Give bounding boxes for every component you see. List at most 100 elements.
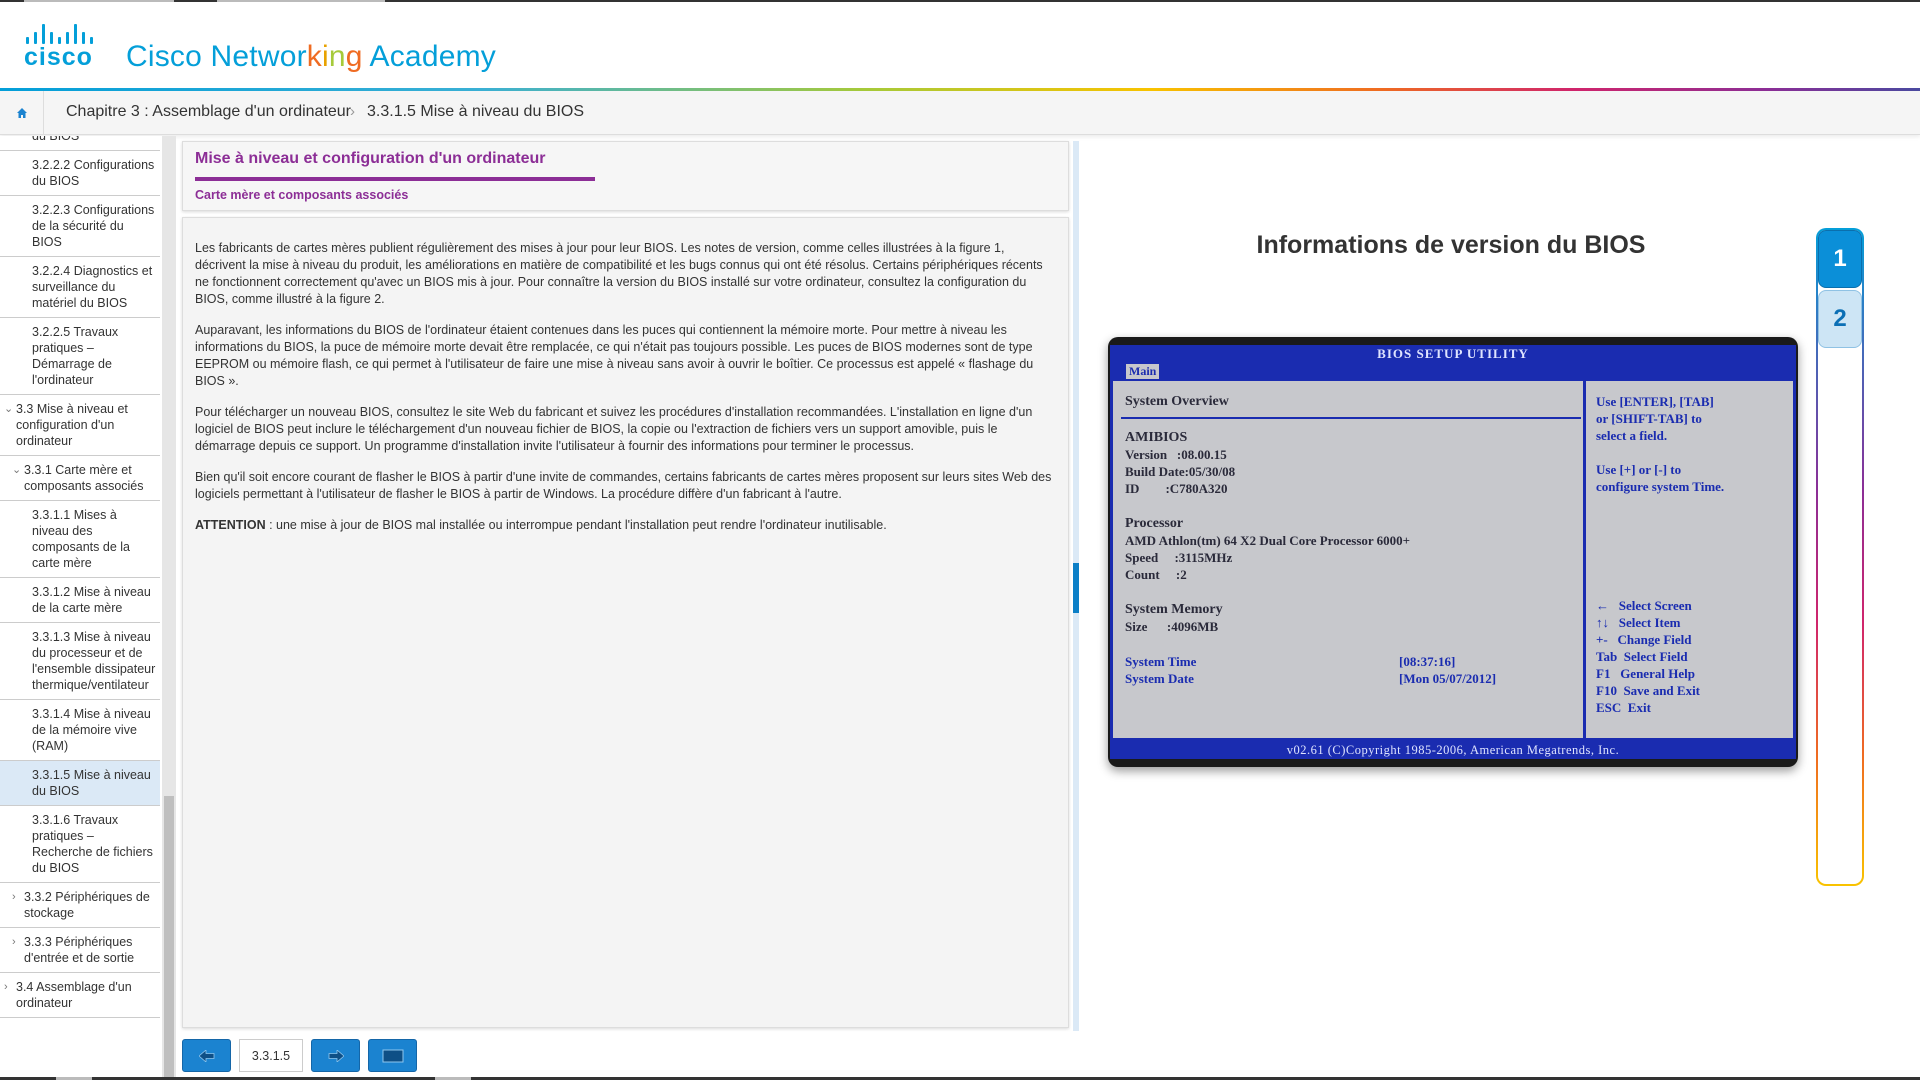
sidebar-scrollbar-thumb[interactable] bbox=[164, 796, 174, 1080]
breadcrumb-chapter[interactable]: Chapitre 3 : Assemblage d'un ordinateur bbox=[66, 103, 351, 121]
bios-memory-label: System Memory bbox=[1125, 602, 1223, 617]
bios-amibios-label: AMIBIOS bbox=[1125, 430, 1188, 445]
pane-splitter[interactable] bbox=[1073, 141, 1079, 1031]
paragraph-2: Auparavant, les informations du BIOS de … bbox=[195, 323, 1034, 388]
arrow-right-icon bbox=[328, 1049, 344, 1062]
sidebar-item[interactable]: 3.3.1.2 Mise à niveau de la carte mère bbox=[0, 578, 160, 623]
chevron-down-icon[interactable]: ⌄ bbox=[4, 401, 13, 417]
bios-date-value: [Mon 05/07/2012] bbox=[1399, 671, 1497, 686]
cisco-logo-word: cisco bbox=[24, 43, 93, 71]
previous-page-button[interactable] bbox=[182, 1039, 231, 1072]
sidebar-item-label: 3.2.2.3 Configurations de la sécurité du… bbox=[32, 203, 155, 249]
sidebar-item-label: 3.3.1.5 Mise à niveau du BIOS bbox=[32, 768, 151, 798]
bios-cpu-line: AMD Athlon(tm) 64 X2 Dual Core Processor… bbox=[1125, 533, 1411, 548]
bios-id-line: ID :C780A320 bbox=[1125, 481, 1228, 496]
bios-speed-line: Speed :3115MHz bbox=[1125, 550, 1233, 565]
cisco-logo[interactable]: cisco bbox=[24, 22, 106, 71]
paragraph-3: Pour télécharger un nouveau BIOS, consul… bbox=[195, 405, 1033, 453]
attention-text: : une mise à jour de BIOS mal installée … bbox=[265, 518, 887, 532]
bios-size-line: Size :4096MB bbox=[1125, 619, 1219, 634]
home-icon bbox=[16, 107, 27, 118]
figure-title: Informations de version du BIOS bbox=[1256, 231, 1646, 259]
attention-paragraph: ATTENTION : une mise à jour de BIOS mal … bbox=[195, 517, 1056, 534]
sidebar-item-label: du BIOS bbox=[32, 136, 80, 143]
bios-time-value: [08:37:16] bbox=[1399, 654, 1456, 669]
figure-tab-1[interactable]: 1 bbox=[1818, 230, 1862, 288]
bios-time-label: System Time bbox=[1125, 654, 1197, 669]
paragraph-1: Les fabricants de cartes mères publient … bbox=[195, 241, 1043, 306]
sidebar-item-label: 3.3.1.1 Mises à niveau des composants de… bbox=[32, 508, 130, 570]
sidebar-item[interactable]: ⌄ 3.3.1 Carte mère et composants associés bbox=[0, 456, 160, 501]
chevron-right-icon[interactable]: › bbox=[12, 934, 16, 950]
sidebar-item-label: 3.2.2.5 Travaux pratiques – Démarrage de… bbox=[32, 325, 119, 387]
sidebar: du BIOS 3.2.2.2 Configurations du BIOS 3.2… bbox=[0, 136, 176, 1080]
breadcrumb: Chapitre 3 : Assemblage d'un ordinateur … bbox=[0, 91, 1920, 135]
sidebar-item-label: 3.3.1.6 Travaux pratiques – Recherche de… bbox=[32, 813, 153, 875]
attention-label: ATTENTION bbox=[195, 518, 266, 532]
sidebar-item[interactable]: 3.3.1.3 Mise à niveau du processeur et d… bbox=[0, 623, 160, 700]
header: cisco Cisco Networking Academy bbox=[0, 2, 1920, 89]
sidebar-item[interactable]: › 3.3.2 Périphériques de stockage bbox=[0, 883, 160, 928]
sidebar-item-label: 3.3.1.3 Mise à niveau du processeur et d… bbox=[32, 630, 156, 692]
figure-panel: Informations de version du BIOS BIOS SET… bbox=[1086, 141, 1920, 1041]
bios-header: BIOS SETUP UTILITY bbox=[1110, 345, 1796, 363]
bios-version-line: Version :08.00.15 bbox=[1125, 447, 1227, 462]
paragraph-4: Bien qu'il soit encore courant de flashe… bbox=[195, 470, 1052, 501]
sidebar-item[interactable]: 3.2.2.4 Diagnostics et surveillance du m… bbox=[0, 257, 160, 318]
page-number: 3.3.1.5 bbox=[239, 1039, 303, 1072]
sidebar-item-label: 3.4 Assemblage d'un ordinateur bbox=[16, 980, 132, 1010]
sidebar-item[interactable]: 3.2.2.2 Configurations du BIOS bbox=[0, 151, 160, 196]
sidebar-item-label: 3.3.1.2 Mise à niveau de la carte mère bbox=[32, 585, 151, 615]
fullscreen-icon bbox=[382, 1049, 403, 1062]
bios-tab-bar: Main bbox=[1110, 363, 1796, 381]
fullscreen-button[interactable] bbox=[368, 1039, 417, 1072]
sidebar-item[interactable]: › 3.3.3 Périphériques d'entrée et de sort… bbox=[0, 928, 160, 973]
bios-section-title: System Overview bbox=[1125, 394, 1229, 409]
chevron-down-icon[interactable]: ⌄ bbox=[12, 462, 21, 478]
sidebar-item-label: 3.3.2 Périphériques de stockage bbox=[24, 890, 150, 920]
sidebar-item[interactable]: ⌄ 3.3 Mise à niveau et configuration d'un… bbox=[0, 395, 160, 456]
bios-count-line: Count :2 bbox=[1125, 567, 1187, 582]
bios-date-label: System Date bbox=[1125, 671, 1194, 686]
sidebar-item[interactable]: 3.3.1.4 Mise à niveau de la mémoire vive… bbox=[0, 700, 160, 761]
bios-tab-main: Main bbox=[1126, 364, 1160, 379]
sidebar-item-label: 3.2.2.2 Configurations du BIOS bbox=[32, 158, 155, 188]
breadcrumb-separator-icon: › bbox=[350, 103, 355, 120]
bios-screenshot: BIOS SETUP UTILITY Main System Overview … bbox=[1108, 337, 1798, 767]
main-panel: Mise à niveau et configuration d'un ordi… bbox=[182, 141, 1069, 1031]
sidebar-item-label: 3.2.2.4 Diagnostics et surveillance du m… bbox=[32, 264, 153, 310]
sidebar-item[interactable]: 3.3.1.5 Mise à niveau du BIOS bbox=[0, 761, 160, 806]
bios-build-line: Build Date:05/30/08 bbox=[1125, 464, 1236, 479]
sidebar-scrollbar[interactable] bbox=[162, 136, 176, 1080]
title-underline bbox=[195, 177, 595, 181]
bios-key-legend: ← Select Screen ↑↓ Select Item +- Change… bbox=[1596, 598, 1701, 715]
cisco-logo-bars-icon bbox=[26, 22, 106, 44]
sidebar-item-label: 3.3 Mise à niveau et configuration d'un … bbox=[16, 402, 128, 448]
arrow-left-icon bbox=[198, 1049, 214, 1062]
sidebar-item-label: 3.3.3 Périphériques d'entrée et de sorti… bbox=[24, 935, 135, 965]
sidebar-item[interactable]: 3.2.2.3 Configurations de la sécurité du… bbox=[0, 196, 160, 257]
page-subtitle: Carte mère et composants associés bbox=[195, 188, 409, 202]
sidebar-nav-list: du BIOS 3.2.2.2 Configurations du BIOS 3.2… bbox=[0, 136, 160, 1018]
sidebar-item[interactable]: 3.3.1.1 Mises à niveau des composants de… bbox=[0, 501, 160, 578]
sidebar-item-label: 3.3.1.4 Mise à niveau de la mémoire vive… bbox=[32, 707, 151, 753]
next-page-button[interactable] bbox=[311, 1039, 360, 1072]
breadcrumb-page: 3.3.1.5 Mise à niveau du BIOS bbox=[367, 103, 585, 120]
chevron-right-icon[interactable]: › bbox=[4, 979, 8, 995]
chevron-right-icon[interactable]: › bbox=[12, 889, 16, 905]
bios-help-configure: Use [+] or [-] to configure system Time. bbox=[1596, 462, 1725, 494]
content-box: Les fabricants de cartes mères publient … bbox=[182, 217, 1069, 1028]
home-button[interactable] bbox=[0, 91, 44, 134]
sidebar-item[interactable]: du BIOS bbox=[0, 136, 160, 151]
splitter-grip[interactable] bbox=[1073, 563, 1079, 613]
brand-title: Cisco Networking Academy bbox=[126, 40, 496, 73]
bios-main-area: System Overview AMIBIOS Version :08.00.1… bbox=[1110, 381, 1796, 741]
figure-tab-2[interactable]: 2 bbox=[1818, 290, 1862, 348]
bios-footer: v02.61 (C)Copyright 1985-2006, American … bbox=[1110, 741, 1796, 759]
sidebar-item[interactable]: 3.2.2.5 Travaux pratiques – Démarrage de… bbox=[0, 318, 160, 395]
bios-processor-label: Processor bbox=[1125, 516, 1184, 531]
sidebar-item[interactable]: 3.3.1.6 Travaux pratiques – Recherche de… bbox=[0, 806, 160, 883]
sidebar-item[interactable]: › 3.4 Assemblage d'un ordinateur bbox=[0, 973, 160, 1018]
sidebar-item-label: 3.3.1 Carte mère et composants associés bbox=[24, 463, 144, 493]
title-box: Mise à niveau et configuration d'un ordi… bbox=[182, 141, 1069, 211]
